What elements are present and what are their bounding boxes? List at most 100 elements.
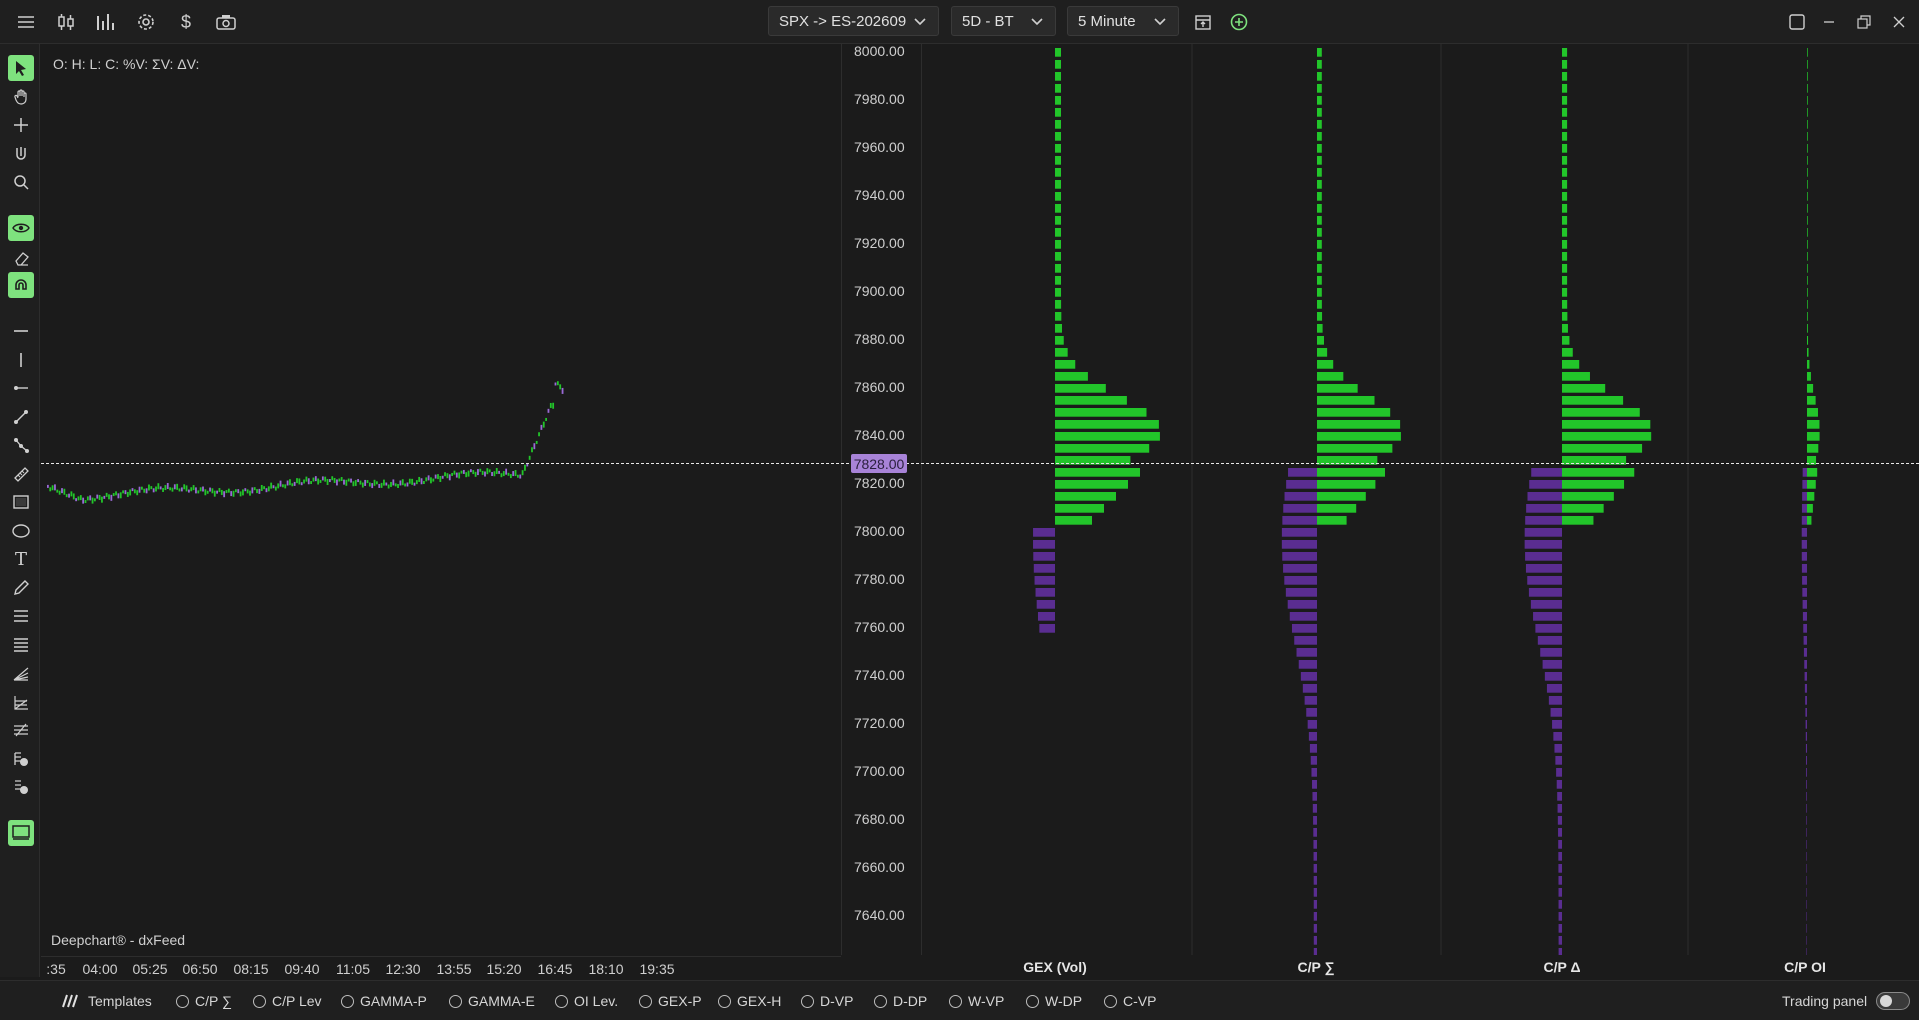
trend-line-icon[interactable] — [8, 404, 34, 430]
profile-bar — [1283, 504, 1317, 513]
profile-bar — [1807, 492, 1815, 501]
profile-bar — [1312, 792, 1317, 801]
bar-chart-icon[interactable] — [92, 8, 120, 36]
zoom-icon[interactable] — [8, 169, 34, 195]
candle — [521, 470, 524, 476]
ray-icon[interactable] — [8, 375, 34, 401]
text-icon[interactable]: T — [8, 546, 34, 572]
profile-bar — [1317, 444, 1393, 453]
profile-bar — [1802, 576, 1807, 585]
range-dropdown[interactable]: 5D - BT — [951, 6, 1056, 36]
option-oi-lev[interactable]: OI Lev. — [555, 993, 618, 1009]
fib-channel-icon[interactable] — [8, 717, 34, 743]
symbol-dropdown[interactable]: SPX -> ES-202609 — [768, 6, 939, 36]
option-label: GAMMA-P — [360, 993, 427, 1009]
profile-bar — [1524, 528, 1562, 537]
candle — [126, 491, 129, 497]
symbol-value: SPX -> ES-202609 — [779, 12, 907, 30]
profile-label-gex-vol: GEX (Vol) — [1023, 959, 1087, 975]
profile-bar — [1525, 516, 1562, 525]
profile-bar — [1055, 132, 1061, 141]
option-d-vp[interactable]: D-VP — [801, 993, 853, 1009]
order-sell-icon[interactable] — [8, 774, 34, 800]
candle — [531, 447, 533, 453]
gear-icon[interactable] — [132, 8, 160, 36]
menu-icon[interactable] — [12, 8, 40, 36]
time-label: 19:35 — [639, 961, 675, 977]
ruler-icon[interactable] — [8, 461, 34, 487]
profile-bar — [1562, 480, 1625, 489]
magnet-icon[interactable] — [8, 272, 34, 298]
add-indicator-icon[interactable] — [1225, 8, 1253, 36]
profile-bar — [1562, 276, 1568, 285]
option-w-vp[interactable]: W-VP — [949, 993, 1004, 1009]
fib-retracement-icon[interactable] — [8, 603, 34, 629]
eye-icon[interactable] — [8, 215, 34, 241]
magnet-cursor-icon[interactable] — [8, 141, 34, 167]
crosshair-icon[interactable] — [8, 112, 34, 138]
profile-bar — [1317, 276, 1322, 285]
close-icon[interactable] — [1885, 8, 1913, 36]
fib-fan-icon[interactable] — [8, 660, 34, 686]
fib-extension-icon[interactable] — [8, 689, 34, 715]
camera-icon[interactable] — [212, 8, 240, 36]
panel-toggle-icon[interactable] — [8, 820, 34, 846]
templates-button[interactable]: Templates — [60, 993, 152, 1009]
profile-bar — [1807, 108, 1808, 117]
candle — [115, 491, 117, 496]
price-chart[interactable] — [41, 44, 841, 955]
option-c-vp[interactable]: C-VP — [1104, 993, 1156, 1009]
profile-bar — [1555, 756, 1562, 765]
time-label: :35 — [46, 961, 66, 977]
restore-icon[interactable] — [1850, 8, 1878, 36]
options-profiles-panel[interactable] — [921, 44, 1919, 957]
horizontal-line-icon[interactable] — [8, 318, 34, 344]
candle — [378, 483, 381, 488]
cursor-icon[interactable] — [8, 55, 34, 81]
vertical-line-icon[interactable] — [8, 347, 34, 373]
candle — [279, 480, 282, 487]
option-gamma-e[interactable]: GAMMA-E — [449, 993, 535, 1009]
candle — [213, 490, 216, 497]
candle — [86, 496, 89, 501]
order-buy-icon[interactable] — [8, 746, 34, 772]
profile-bar — [1562, 180, 1568, 189]
candle — [319, 479, 322, 483]
candle — [49, 487, 52, 492]
option-label: C-VP — [1123, 993, 1157, 1009]
rectangle-icon[interactable] — [8, 489, 34, 515]
profile-bar — [1306, 708, 1317, 717]
option-w-dp[interactable]: W-DP — [1026, 993, 1082, 1009]
ellipse-icon[interactable] — [8, 518, 34, 544]
candle — [209, 487, 211, 492]
option-d-dp[interactable]: D-DP — [874, 993, 927, 1009]
candlestick-icon[interactable] — [52, 8, 80, 36]
profile-bar — [1807, 420, 1820, 429]
option-cp-lev[interactable]: C/P Lev — [253, 993, 322, 1009]
path-icon[interactable] — [8, 432, 34, 458]
profile-bar — [1807, 156, 1808, 165]
profile-bar — [1807, 480, 1816, 489]
interval-dropdown[interactable]: 5 Minute — [1067, 6, 1179, 36]
time-axis[interactable]: :35 04:00 05:25 06:50 08:15 09:40 11:05 … — [41, 956, 841, 980]
calendar-icon[interactable] — [1189, 8, 1217, 36]
candle — [345, 479, 348, 486]
fib-levels-icon[interactable] — [8, 632, 34, 658]
option-gamma-p[interactable]: GAMMA-P — [341, 993, 427, 1009]
option-cp-sum[interactable]: C/P ∑ — [176, 993, 232, 1009]
eraser-icon[interactable] — [8, 245, 34, 271]
dollar-icon[interactable]: $ — [172, 8, 200, 36]
option-gex-h[interactable]: GEX-H — [718, 993, 781, 1009]
price-axis[interactable]: 8000.00 7980.00 7960.00 7940.00 7920.00 … — [841, 43, 921, 955]
pencil-icon[interactable] — [8, 575, 34, 601]
candle — [291, 483, 294, 487]
profile-bar — [1802, 600, 1807, 609]
candle — [453, 470, 456, 475]
candle — [148, 484, 150, 491]
layout-icon[interactable] — [1783, 8, 1811, 36]
hand-icon[interactable] — [8, 84, 34, 110]
trading-panel-toggle[interactable] — [1876, 992, 1910, 1010]
profile-bar — [1055, 324, 1063, 333]
option-gex-p[interactable]: GEX-P — [639, 993, 702, 1009]
minimize-icon[interactable] — [1815, 8, 1843, 36]
